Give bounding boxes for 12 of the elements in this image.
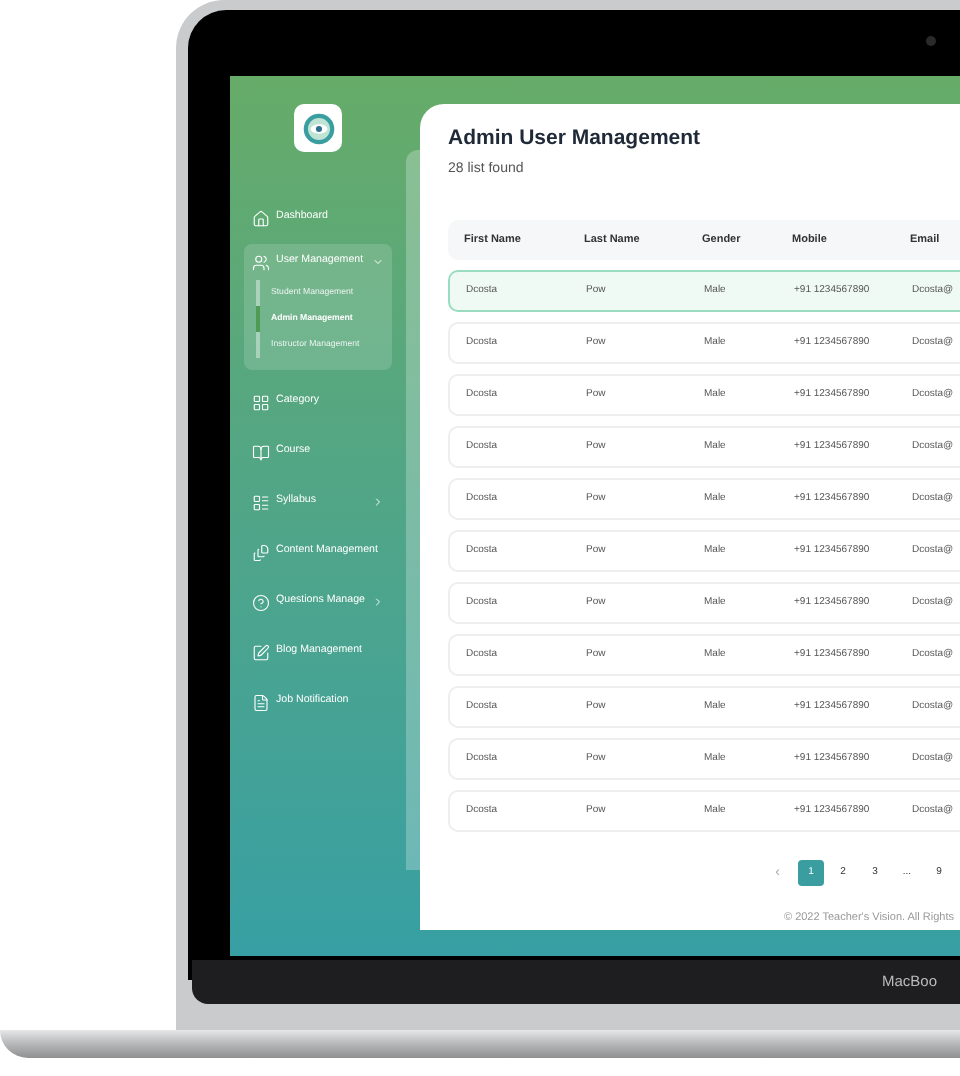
documents-icon [252, 543, 270, 561]
book-icon [252, 443, 270, 461]
home-icon [252, 209, 270, 227]
question-icon [252, 593, 270, 611]
list-icon [252, 493, 270, 511]
pen-icon [252, 643, 270, 661]
page-title: Admin User Management [448, 124, 703, 154]
logo [294, 104, 342, 152]
grid-icon [252, 393, 270, 411]
document-icon [252, 693, 270, 711]
users-icon [252, 253, 270, 271]
camera-icon [926, 36, 936, 46]
